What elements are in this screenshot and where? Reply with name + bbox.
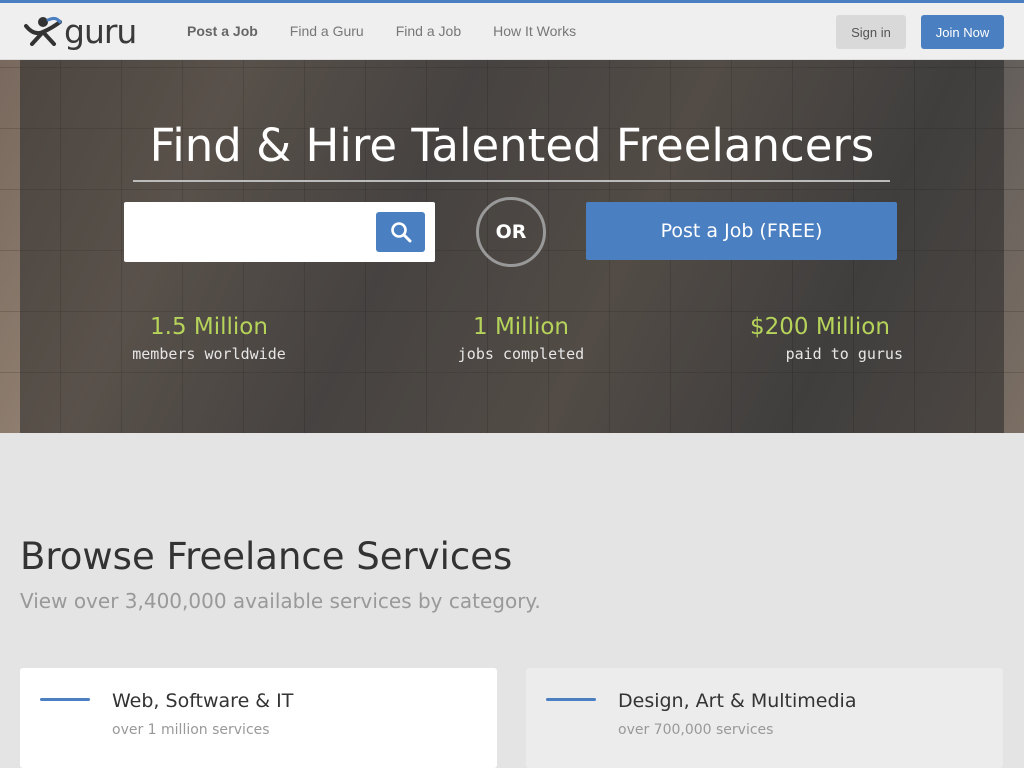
nav-find-a-job[interactable]: Find a Job xyxy=(396,23,461,39)
post-job-free-button[interactable]: Post a Job (FREE) xyxy=(586,202,897,260)
stat-label: members worldwide xyxy=(132,345,286,363)
nav-how-it-works[interactable]: How It Works xyxy=(493,23,576,39)
hero-title: Find & Hire Talented Freelancers xyxy=(149,119,875,172)
search-icon xyxy=(390,222,411,243)
hero-divider xyxy=(133,180,890,182)
search-button[interactable] xyxy=(376,212,425,252)
browse-subtitle: View over 3,400,000 available services b… xyxy=(20,589,541,613)
stat-value: 1.5 Million xyxy=(150,314,268,340)
stat-jobs: 1 Million jobs completed xyxy=(451,312,591,364)
nav-post-a-job[interactable]: Post a Job xyxy=(187,23,258,39)
or-divider: OR xyxy=(476,197,546,267)
category-count: over 1 million services xyxy=(112,722,270,738)
main-nav: Post a Job Find a Guru Find a Job How It… xyxy=(187,3,608,59)
site-header: guru Post a Job Find a Guru Find a Job H… xyxy=(0,3,1024,60)
stat-value: $200 Million xyxy=(750,314,890,340)
category-card-web-software-it[interactable]: Web, Software & IT over 1 million servic… xyxy=(20,668,497,768)
nav-find-a-guru[interactable]: Find a Guru xyxy=(290,23,364,39)
sign-in-button[interactable]: Sign in xyxy=(836,15,906,49)
join-now-button[interactable]: Join Now xyxy=(921,15,1004,49)
category-title: Design, Art & Multimedia xyxy=(618,690,857,712)
category-card-design-art-multimedia[interactable]: Design, Art & Multimedia over 700,000 se… xyxy=(526,668,1003,768)
category-icon xyxy=(40,698,90,701)
logo-wordmark: guru xyxy=(64,11,137,51)
category-title: Web, Software & IT xyxy=(112,690,294,712)
stat-members: 1.5 Million members worldwide xyxy=(124,312,294,364)
browse-title: Browse Freelance Services xyxy=(20,535,513,578)
stat-value: 1 Million xyxy=(473,314,569,340)
stat-label: paid to gurus xyxy=(785,345,903,363)
search-input[interactable] xyxy=(132,214,376,252)
category-count: over 700,000 services xyxy=(618,722,774,738)
stat-label: jobs completed xyxy=(457,345,585,363)
guru-logo[interactable]: guru xyxy=(24,11,137,51)
search-box xyxy=(124,202,435,262)
guru-figure-icon xyxy=(24,16,62,46)
category-icon xyxy=(546,698,596,701)
hero-banner: Find & Hire Talented Freelancers OR Post… xyxy=(0,60,1024,433)
stat-paid: $200 Million paid to gurus xyxy=(750,312,903,364)
